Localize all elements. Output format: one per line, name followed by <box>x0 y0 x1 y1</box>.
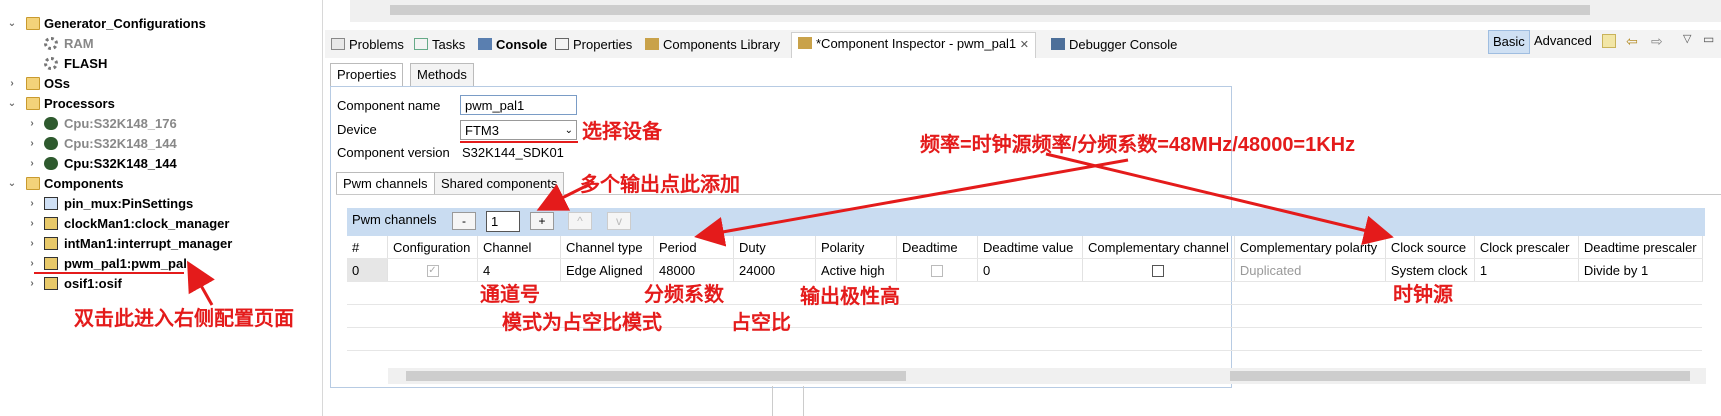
arrow-double-click <box>187 260 215 306</box>
annotation-arrows <box>187 152 1394 306</box>
arrow-add-channel <box>536 182 591 211</box>
arrow-period <box>694 158 1129 247</box>
arrow-clock-source <box>1045 152 1394 245</box>
